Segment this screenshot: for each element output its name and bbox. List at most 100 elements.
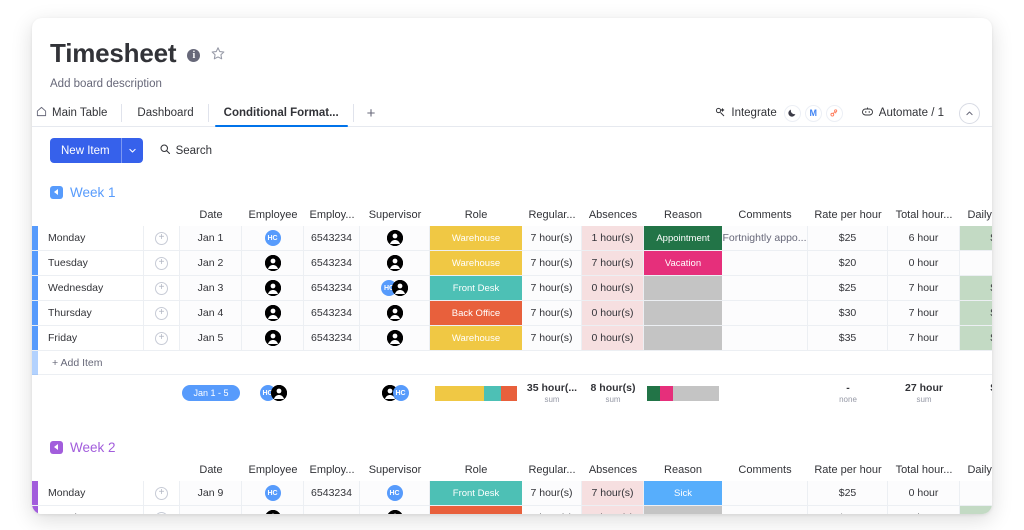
cell-absences[interactable]: 0 hour(s) (582, 326, 644, 350)
cell-comments[interactable] (722, 326, 808, 350)
avatar[interactable] (265, 255, 281, 271)
summary-role[interactable] (430, 375, 522, 411)
cell-reason[interactable] (644, 506, 722, 514)
info-icon[interactable]: i (187, 49, 200, 62)
summary-absences[interactable]: 8 hour(s)sum (582, 375, 644, 411)
new-item-button[interactable]: New Item (50, 138, 143, 163)
avatar[interactable] (387, 230, 403, 246)
avatar[interactable] (392, 280, 408, 296)
column-header-date[interactable]: Date (180, 464, 242, 476)
cell-rate-per-hour[interactable]: $20 (808, 251, 888, 275)
avatar[interactable] (387, 510, 403, 514)
cell-total-hours[interactable]: 0 hour (888, 481, 960, 505)
group-collapse-icon[interactable] (50, 441, 63, 454)
cell-daily-total-pay[interactable]: $210 (960, 301, 992, 325)
cell-regular-hours[interactable]: 7 hour(s) (522, 301, 582, 325)
cell-employee[interactable] (242, 326, 304, 350)
cell-comment-add[interactable]: + (144, 301, 180, 325)
column-header-employee_id[interactable]: Employ... (304, 209, 360, 221)
cell-date[interactable]: Jan 9 (180, 481, 242, 505)
add-comment-icon[interactable]: + (155, 307, 168, 320)
cell-comments[interactable] (722, 301, 808, 325)
cell-reason[interactable] (644, 276, 722, 300)
automate-button[interactable]: Automate / 1 (852, 106, 953, 120)
column-header-total_hour[interactable]: Total hour... (888, 209, 960, 221)
cell-role[interactable]: Front Desk (430, 481, 522, 505)
group-name[interactable]: Week 1 (70, 185, 116, 200)
avatar[interactable]: HC (387, 485, 403, 501)
cell-supervisor[interactable] (360, 326, 430, 350)
add-comment-icon[interactable]: + (155, 257, 168, 270)
cell-role[interactable]: Warehouse (430, 226, 522, 250)
column-header-role[interactable]: Role (430, 209, 522, 221)
column-header-reason[interactable]: Reason (644, 209, 722, 221)
add-item-row[interactable]: + Add Item (32, 351, 992, 375)
board-description[interactable]: Add board description (50, 78, 992, 90)
cell-daily-total-pay[interactable]: $0 (960, 251, 992, 275)
cell-supervisor[interactable] (360, 506, 430, 514)
add-comment-icon[interactable]: + (155, 487, 168, 500)
column-header-absences[interactable]: Absences (582, 464, 644, 476)
cell-comments[interactable] (722, 481, 808, 505)
cell-regular-hours[interactable]: 7 hour(s) (522, 506, 582, 514)
column-header-regular[interactable]: Regular... (522, 209, 582, 221)
cell-total-hours[interactable]: 7 hour (888, 276, 960, 300)
cell-name[interactable]: Monday (38, 481, 144, 505)
cell-daily-total-pay[interactable]: $150 (960, 226, 992, 250)
cell-absences[interactable]: 0 hour(s) (582, 276, 644, 300)
cell-date[interactable]: Jan 4 (180, 301, 242, 325)
table-row[interactable]: Monday+Jan 9HC6543234HCFront Desk7 hour(… (32, 481, 992, 506)
group-collapse-icon[interactable] (50, 186, 63, 199)
add-tab-button[interactable]: + (354, 100, 389, 126)
cell-absences[interactable]: 1 hour(s) (582, 226, 644, 250)
cell-employee[interactable] (242, 301, 304, 325)
table-row[interactable]: Tuesday+Jan ...6543234Back Office7 hour(… (32, 506, 992, 514)
cell-name[interactable]: Tuesday (38, 251, 144, 275)
add-comment-icon[interactable]: + (155, 282, 168, 295)
summary-regular-hours[interactable]: 35 hour(...sum (522, 375, 582, 411)
cell-regular-hours[interactable]: 7 hour(s) (522, 251, 582, 275)
avatar[interactable] (271, 385, 287, 401)
gmail-icon[interactable]: M (805, 105, 822, 122)
avatar[interactable] (265, 510, 281, 514)
summary-supervisor[interactable]: HC (360, 375, 430, 411)
cell-regular-hours[interactable]: 7 hour(s) (522, 481, 582, 505)
column-header-rate[interactable]: Rate per hour (808, 209, 888, 221)
cell-name[interactable]: Thursday (38, 301, 144, 325)
add-comment-icon[interactable]: + (155, 332, 168, 345)
cell-daily-total-pay[interactable]: $140 (960, 506, 992, 514)
hubspot-icon[interactable] (826, 105, 843, 122)
summary-rate-per-hour[interactable]: -none (808, 375, 888, 411)
column-header-absences[interactable]: Absences (582, 209, 644, 221)
cell-date[interactable]: Jan ... (180, 506, 242, 514)
avatar[interactable] (387, 255, 403, 271)
cell-employee-id[interactable]: 6543234 (304, 226, 360, 250)
summary-date[interactable]: Jan 1 - 5 (180, 375, 242, 411)
cell-rate-per-hour[interactable]: $25 (808, 226, 888, 250)
column-header-supervisor[interactable]: Supervisor (360, 209, 430, 221)
column-header-rate[interactable]: Rate per hour (808, 464, 888, 476)
column-header-daily_pay[interactable]: Daily total pay (960, 464, 992, 476)
cell-absences[interactable]: 7 hour(s) (582, 481, 644, 505)
cell-rate-per-hour[interactable]: $25 (808, 276, 888, 300)
table-row[interactable]: Friday+Jan 56543234Warehouse7 hour(s)0 h… (32, 326, 992, 351)
cell-date[interactable]: Jan 5 (180, 326, 242, 350)
add-comment-icon[interactable]: + (155, 232, 168, 245)
cell-date[interactable]: Jan 2 (180, 251, 242, 275)
column-header-regular[interactable]: Regular... (522, 464, 582, 476)
cell-employee-id[interactable]: 6543234 (304, 481, 360, 505)
cell-daily-total-pay[interactable]: $245 (960, 326, 992, 350)
cell-total-hours[interactable]: 7 hour (888, 301, 960, 325)
tab-dashboard[interactable]: Dashboard (122, 100, 208, 126)
cell-regular-hours[interactable]: 7 hour(s) (522, 326, 582, 350)
cell-employee-id[interactable]: 6543234 (304, 506, 360, 514)
table-row[interactable]: Wednesday+Jan 36543234HCFront Desk7 hour… (32, 276, 992, 301)
avatar[interactable] (265, 330, 281, 346)
tab-conditional-format[interactable]: Conditional Format... (209, 100, 354, 126)
table-row[interactable]: Thursday+Jan 46543234Back Office7 hour(s… (32, 301, 992, 326)
cell-role[interactable]: Front Desk (430, 276, 522, 300)
summary-reason[interactable] (644, 375, 722, 411)
avatar[interactable] (387, 330, 403, 346)
cell-employee[interactable]: HC (242, 481, 304, 505)
cell-total-hours[interactable]: 7 hour (888, 506, 960, 514)
